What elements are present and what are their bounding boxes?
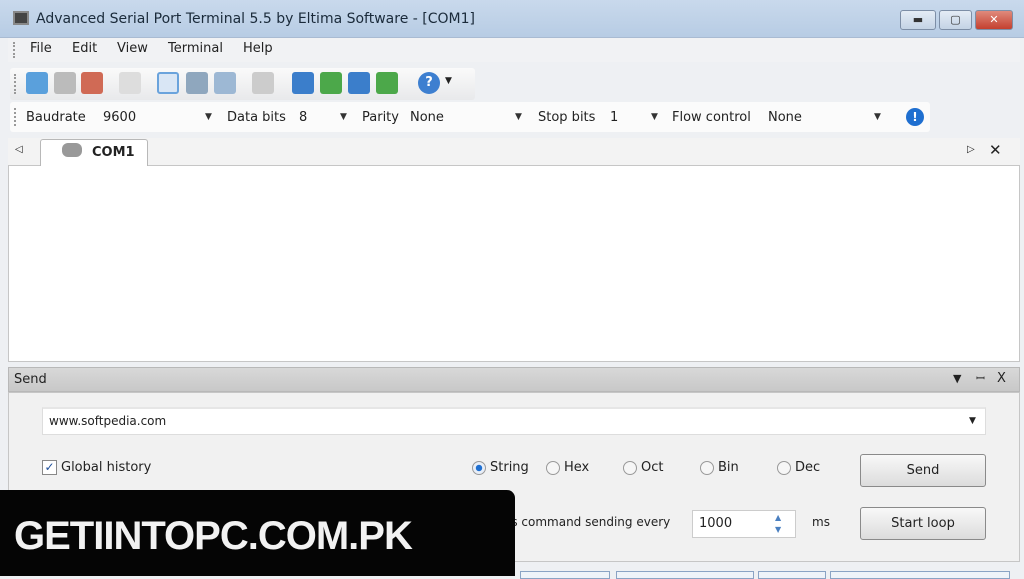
watermark-text: GETIINTOPC.COM.PK bbox=[14, 514, 413, 558]
view-dump-icon[interactable] bbox=[214, 72, 236, 94]
interval-unit: ms bbox=[812, 515, 830, 529]
flow-control-label: Flow control bbox=[672, 110, 751, 125]
baudrate-label: Baudrate bbox=[26, 110, 86, 125]
format-bin-radio[interactable] bbox=[700, 461, 714, 475]
stepper-arrows-icon[interactable]: ▲ ▼ bbox=[775, 512, 781, 536]
format-oct-label: Oct bbox=[641, 460, 664, 475]
interval-value: 1000 bbox=[699, 516, 733, 531]
baudrate-chevron-down-icon[interactable]: ▼ bbox=[205, 112, 212, 122]
disconnect-icon[interactable] bbox=[81, 72, 103, 94]
tab-scroll-left-icon[interactable]: ◁ bbox=[15, 144, 23, 155]
send-panel-header bbox=[8, 367, 1020, 392]
command-chevron-down-icon[interactable]: ▼ bbox=[969, 416, 976, 426]
status-panel bbox=[616, 571, 754, 579]
terminal-output[interactable] bbox=[8, 166, 1020, 362]
panel-menu-icon[interactable]: ▼ bbox=[953, 372, 961, 385]
start-loop-button[interactable]: Start loop bbox=[860, 507, 986, 540]
format-string-label: String bbox=[490, 460, 529, 475]
format-bin-label: Bin bbox=[718, 460, 739, 475]
loop-label: is command sending every bbox=[508, 515, 671, 529]
app-icon bbox=[13, 11, 29, 25]
status-panel bbox=[758, 571, 826, 579]
copy-icon[interactable] bbox=[119, 72, 141, 94]
help-dropdown-icon[interactable]: ▼ bbox=[445, 76, 452, 86]
format-string-radio[interactable] bbox=[472, 461, 486, 475]
new-session-icon[interactable] bbox=[26, 72, 48, 94]
send-button[interactable]: Send bbox=[860, 454, 986, 487]
info-icon[interactable]: ! bbox=[906, 108, 924, 126]
menu-grip bbox=[13, 42, 16, 58]
receive-macro-icon[interactable] bbox=[376, 72, 398, 94]
tab-scroll-right-icon[interactable]: ▷ bbox=[967, 144, 975, 155]
view-text-icon[interactable] bbox=[157, 72, 179, 94]
receive-file-icon[interactable] bbox=[320, 72, 342, 94]
minimize-button[interactable]: ▬ bbox=[900, 10, 936, 30]
command-value: www.softpedia.com bbox=[49, 414, 167, 428]
help-icon[interactable]: ? bbox=[418, 72, 440, 94]
parity-chevron-down-icon[interactable]: ▼ bbox=[515, 112, 522, 122]
format-hex-radio[interactable] bbox=[546, 461, 560, 475]
databits-chevron-down-icon[interactable]: ▼ bbox=[340, 112, 347, 122]
window-title: Advanced Serial Port Terminal 5.5 by Elt… bbox=[36, 11, 475, 27]
stopbits-chevron-down-icon[interactable]: ▼ bbox=[651, 112, 658, 122]
menu-terminal[interactable]: Terminal bbox=[168, 41, 223, 56]
flow-chevron-down-icon[interactable]: ▼ bbox=[874, 112, 881, 122]
parity-label: Parity bbox=[362, 110, 399, 125]
send-panel-title: Send bbox=[14, 372, 47, 387]
close-tab-icon[interactable]: ✕ bbox=[989, 141, 1002, 159]
flow-control-select[interactable]: None bbox=[768, 110, 802, 125]
status-panel bbox=[830, 571, 1010, 579]
port-icon bbox=[62, 143, 82, 157]
databits-select[interactable]: 8 bbox=[299, 110, 307, 125]
close-panel-icon[interactable]: X bbox=[997, 371, 1006, 386]
status-panel bbox=[520, 571, 610, 579]
view-hex-icon[interactable] bbox=[186, 72, 208, 94]
format-dec-radio[interactable] bbox=[777, 461, 791, 475]
send-file-icon[interactable] bbox=[292, 72, 314, 94]
global-history-label: Global history bbox=[61, 460, 152, 475]
format-oct-radio[interactable] bbox=[623, 461, 637, 475]
stopbits-select[interactable]: 1 bbox=[610, 110, 618, 125]
stopbits-label: Stop bits bbox=[538, 110, 596, 125]
params-grip bbox=[14, 108, 17, 126]
send-macro-icon[interactable] bbox=[348, 72, 370, 94]
connect-icon[interactable] bbox=[54, 72, 76, 94]
toolbar-grip bbox=[14, 74, 17, 94]
maximize-button[interactable]: ▢ bbox=[939, 10, 972, 30]
toolbar bbox=[10, 68, 475, 100]
format-hex-label: Hex bbox=[564, 460, 590, 475]
tab-label: COM1 bbox=[92, 145, 135, 160]
databits-label: Data bits bbox=[227, 110, 286, 125]
clear-icon[interactable] bbox=[252, 72, 274, 94]
close-button[interactable]: ✕ bbox=[975, 10, 1013, 30]
parity-select[interactable]: None bbox=[410, 110, 444, 125]
baudrate-select[interactable]: 9600 bbox=[103, 110, 136, 125]
global-history-checkbox[interactable]: ✓ bbox=[42, 460, 57, 475]
menu-edit[interactable]: Edit bbox=[72, 41, 97, 56]
command-input[interactable] bbox=[42, 407, 986, 435]
menu-help[interactable]: Help bbox=[243, 41, 273, 56]
menu-view[interactable]: View bbox=[117, 41, 148, 56]
pin-icon[interactable]: ꟷ bbox=[976, 371, 985, 386]
format-dec-label: Dec bbox=[795, 460, 821, 475]
menu-file[interactable]: File bbox=[30, 41, 52, 56]
menu-bar bbox=[8, 38, 1020, 62]
tab-bar bbox=[8, 138, 1020, 166]
